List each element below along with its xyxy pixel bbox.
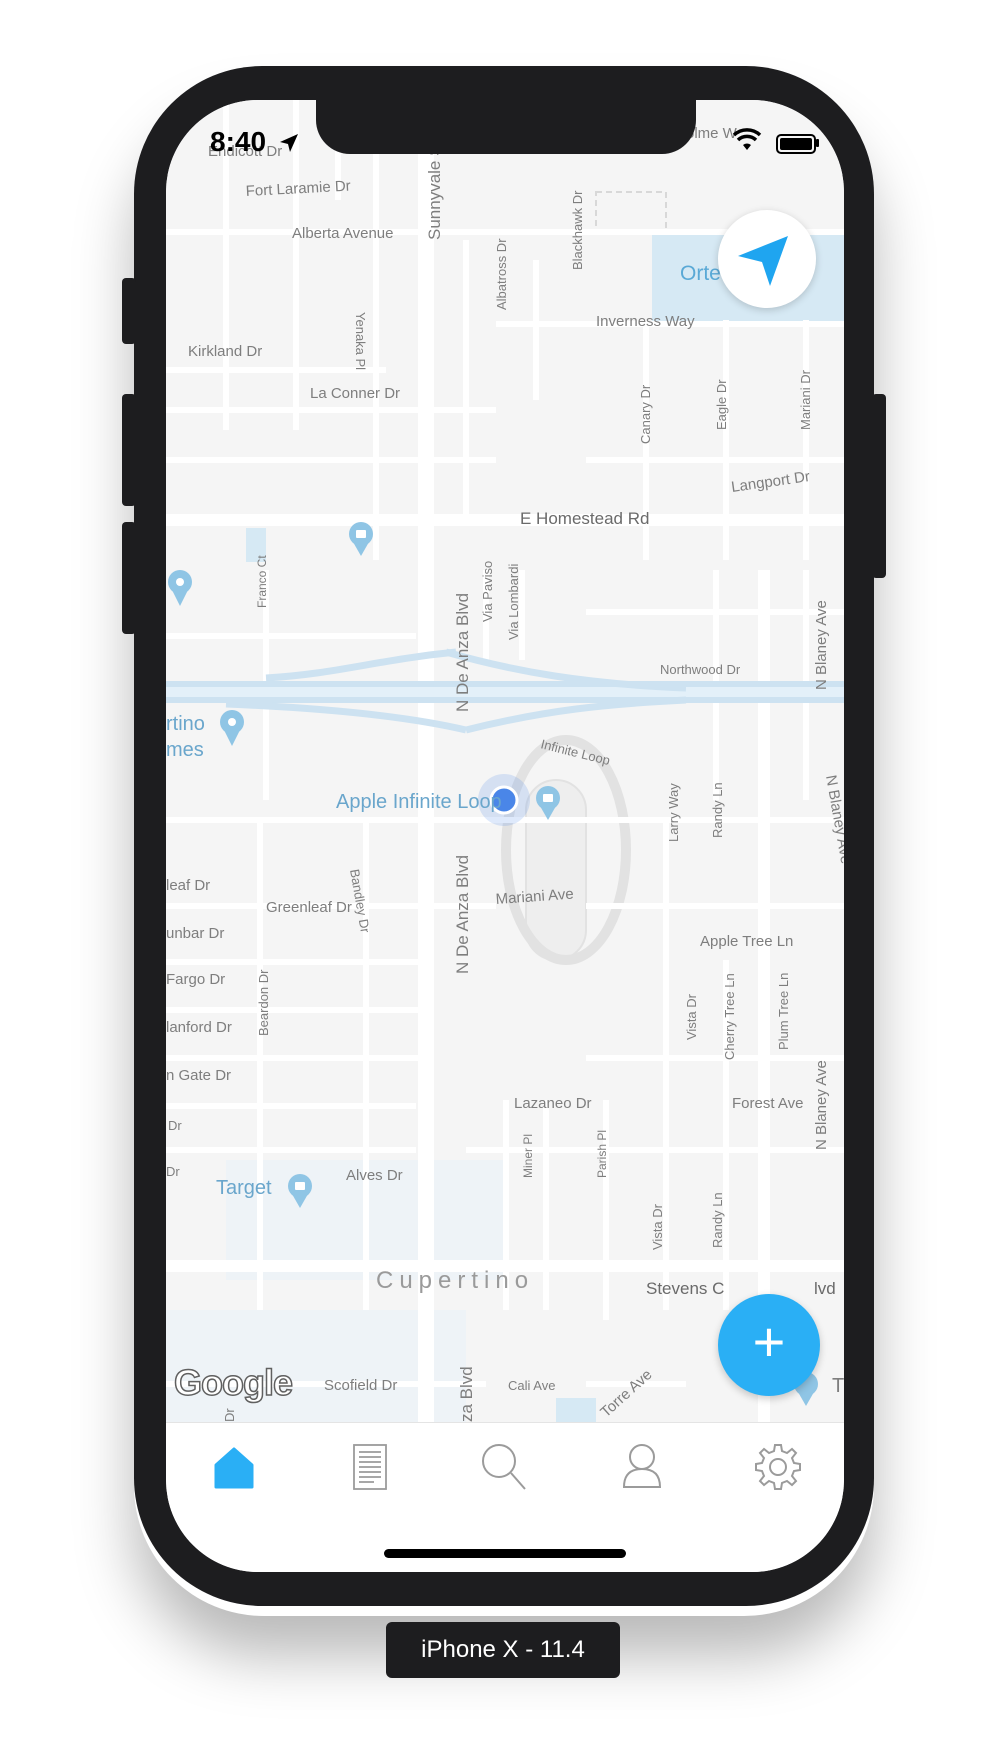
google-logo: Google bbox=[173, 1361, 294, 1404]
map-label: N De Anza Blvd bbox=[453, 593, 472, 712]
map-label: La Conner Dr bbox=[310, 385, 400, 402]
map-label: Parish Pl bbox=[595, 1130, 609, 1178]
map-label: Canary Dr bbox=[638, 384, 653, 444]
device-screen: Endicott Dr olme W Fort Laramie Dr Alber… bbox=[166, 100, 844, 1572]
map-label: Dr bbox=[166, 1164, 180, 1179]
map-label: unbar Dr bbox=[166, 925, 224, 942]
tab-home[interactable] bbox=[206, 1439, 262, 1495]
map-label: Dr bbox=[222, 1408, 237, 1422]
map-label: N Blaney Ave bbox=[813, 600, 830, 690]
map-label: Miner Pl bbox=[521, 1134, 535, 1178]
tab-settings[interactable] bbox=[750, 1439, 806, 1495]
map-label: Dr bbox=[168, 1118, 182, 1133]
map-label: lvd bbox=[814, 1279, 836, 1298]
map-label: Alves Dr bbox=[346, 1167, 403, 1184]
map-label: Randy Ln bbox=[710, 1192, 725, 1248]
location-arrow-icon bbox=[738, 236, 788, 286]
map-label: N De Anza Blvd bbox=[453, 855, 472, 974]
map-label: Vista Dr bbox=[650, 1203, 665, 1250]
power-button bbox=[872, 394, 886, 578]
home-icon bbox=[214, 1447, 254, 1489]
battery-icon bbox=[776, 134, 816, 154]
map-label: za Blvd bbox=[457, 1366, 476, 1422]
map-label: Alberta Avenue bbox=[292, 225, 393, 242]
map-label: Scofield Dr bbox=[324, 1377, 397, 1394]
add-button[interactable]: + bbox=[718, 1294, 820, 1396]
tab-profile[interactable] bbox=[614, 1439, 670, 1495]
mute-switch bbox=[122, 278, 136, 344]
map-label: Eagle Dr bbox=[714, 379, 729, 430]
map-label: lanford Dr bbox=[166, 1019, 232, 1036]
map-label: Kirkland Dr bbox=[188, 343, 262, 360]
recenter-location-button[interactable] bbox=[718, 210, 816, 308]
map-label: Northwood Dr bbox=[660, 662, 741, 677]
map-label: Orte bbox=[680, 262, 721, 285]
tab-search[interactable] bbox=[477, 1439, 533, 1495]
gear-icon bbox=[755, 1444, 801, 1490]
map-label: Blackhawk Dr bbox=[570, 190, 585, 270]
battery-nub bbox=[816, 139, 819, 147]
map-label: Target bbox=[216, 1177, 272, 1199]
map-label: Fargo Dr bbox=[166, 971, 225, 988]
user-icon bbox=[622, 1444, 662, 1488]
map-label: Albatross Dr bbox=[494, 238, 509, 310]
map-label: n Gate Dr bbox=[166, 1067, 231, 1084]
volume-up-button bbox=[122, 394, 136, 506]
map-label: E Homestead Rd bbox=[520, 509, 649, 528]
map-label: Apple Tree Ln bbox=[700, 933, 793, 950]
map-label: leaf Dr bbox=[166, 877, 210, 894]
map-label: Apple Infinite Loop bbox=[336, 791, 502, 813]
map-label: Cherry Tree Ln bbox=[722, 973, 737, 1060]
map-label: Inverness Way bbox=[596, 313, 695, 330]
location-services-icon bbox=[280, 134, 298, 152]
document-icon bbox=[353, 1444, 387, 1490]
map-label: Cupertino bbox=[376, 1267, 534, 1294]
map-label: mes bbox=[166, 739, 204, 761]
map-label: Via Lombardi bbox=[506, 564, 521, 640]
map-label: Greenleaf Dr bbox=[266, 899, 352, 916]
wifi-icon bbox=[732, 128, 762, 150]
map-label: Stevens C bbox=[646, 1279, 724, 1298]
device-notch bbox=[316, 100, 696, 154]
device-label: iPhone X - 11.4 bbox=[386, 1622, 620, 1678]
tab-documents[interactable] bbox=[342, 1439, 398, 1495]
map-label: rtino bbox=[166, 713, 205, 735]
map-label: Via Paviso bbox=[480, 561, 495, 622]
map-label: N Blaney Ave bbox=[813, 1060, 830, 1150]
map-label: Randy Ln bbox=[710, 782, 725, 838]
tab-bar bbox=[166, 1422, 844, 1572]
map-label: Forest Ave bbox=[732, 1095, 803, 1112]
search-icon bbox=[482, 1444, 526, 1490]
map-label: Mariani Dr bbox=[798, 369, 813, 430]
map-label: T bbox=[832, 1375, 844, 1397]
map-label: Cali Ave bbox=[508, 1378, 555, 1393]
map-label: Larry Way bbox=[666, 783, 681, 842]
volume-down-button bbox=[122, 522, 136, 634]
map-label: Lazaneo Dr bbox=[514, 1095, 592, 1112]
map-label: Plum Tree Ln bbox=[776, 973, 791, 1050]
map-label: Franco Ct bbox=[255, 555, 269, 608]
home-indicator[interactable] bbox=[384, 1549, 626, 1558]
map-label: Beardon Dr bbox=[256, 969, 271, 1036]
status-time: 8:40 bbox=[210, 126, 267, 157]
map-label: Vista Dr bbox=[684, 993, 699, 1040]
map-label: Yenaka Pl bbox=[353, 312, 368, 370]
